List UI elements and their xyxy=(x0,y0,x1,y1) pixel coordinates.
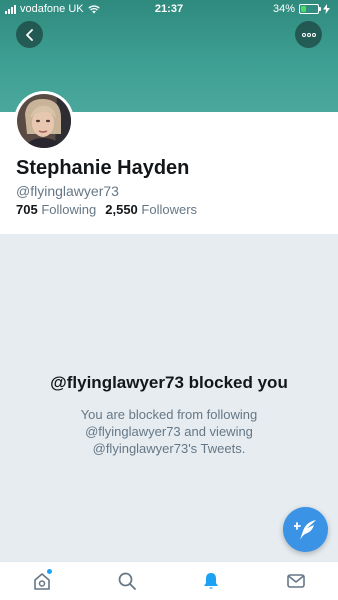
status-right: 34% xyxy=(273,3,330,15)
bottom-navigation xyxy=(0,561,338,600)
compose-tweet-button[interactable] xyxy=(283,507,328,552)
nav-notifications[interactable] xyxy=(169,562,254,600)
nav-home[interactable] xyxy=(0,562,85,600)
battery-percent: 34% xyxy=(272,3,295,15)
nav-messages[interactable] xyxy=(254,562,338,600)
avatar-image xyxy=(17,94,71,148)
followers-count: 2,550 xyxy=(105,202,138,217)
profile-name: Stephanie Hayden xyxy=(16,157,190,179)
chevron-left-icon xyxy=(25,28,33,41)
battery-fill xyxy=(301,6,307,12)
home-icon xyxy=(34,573,51,590)
following-stat[interactable]: 705 Following xyxy=(16,202,96,217)
followers-label: Followers xyxy=(141,202,198,217)
blocked-description: You are blocked from following @flyingla… xyxy=(80,407,258,456)
nav-search[interactable] xyxy=(85,562,170,600)
compose-tweet-icon xyxy=(293,519,316,540)
search-icon xyxy=(118,572,136,590)
back-button[interactable] xyxy=(16,21,43,48)
profile-stats: 705 Following 2,550 Followers xyxy=(16,202,197,217)
charging-bolt-icon xyxy=(323,4,330,14)
messages-mail-icon xyxy=(286,574,305,588)
notifications-bell-icon xyxy=(204,573,219,589)
blocked-notice: @flyinglawyer73 blocked you You are bloc… xyxy=(0,234,338,561)
blocked-title: @flyinglawyer73 blocked you xyxy=(50,373,288,392)
new-content-dot xyxy=(47,569,52,574)
more-horizontal-icon xyxy=(301,32,316,37)
battery-icon xyxy=(299,4,321,14)
followers-stat[interactable]: 2,550 Followers xyxy=(105,202,197,217)
profile-handle: @flyinglawyer73 xyxy=(16,183,119,199)
following-count: 705 xyxy=(16,202,38,217)
following-label: Following xyxy=(41,202,97,217)
status-bar: vodafone UK 21:37 34% xyxy=(0,0,338,18)
avatar[interactable] xyxy=(14,91,74,151)
more-options-button[interactable] xyxy=(295,21,322,48)
